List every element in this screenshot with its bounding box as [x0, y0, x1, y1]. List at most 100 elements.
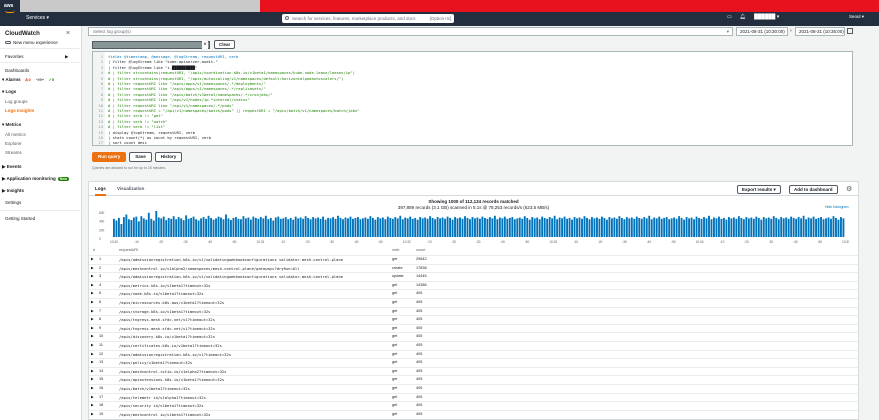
table-row[interactable]: ▶ 10/apis/discovery.k8s.io/v1beta1?timeou…	[89, 332, 858, 340]
expand-row-icon[interactable]: ▶	[91, 300, 94, 304]
histogram-bar[interactable]	[210, 217, 212, 237]
histogram-bar[interactable]	[782, 218, 785, 237]
histogram-bar[interactable]	[242, 216, 245, 237]
expand-row-icon[interactable]: ▶	[91, 352, 94, 356]
histogram-bar[interactable]	[625, 217, 628, 237]
histogram-bar[interactable]	[822, 219, 825, 237]
histogram-bar[interactable]	[155, 211, 158, 237]
histogram-bar[interactable]	[486, 218, 489, 237]
histogram-bar[interactable]	[660, 218, 663, 237]
histogram-bar[interactable]	[747, 218, 750, 237]
region-menu[interactable]: Seoul ▾	[849, 14, 879, 24]
histogram-bar[interactable]	[239, 219, 242, 237]
table-row[interactable]: ▶ 16/apis/batch/v1beta1?timeout=32s get 405	[89, 384, 858, 392]
histogram-bar[interactable]	[359, 219, 362, 237]
log-group-chip[interactable]: ×	[92, 40, 210, 49]
histogram-bar[interactable]	[289, 217, 292, 237]
table-row[interactable]: ▶ 8/apis/tngress.mesh.sfdc.net/v1?timeout…	[89, 315, 858, 323]
table-row[interactable]: ▶ 11/apis/certificates.k8s.io/v1beta1?tim…	[89, 341, 858, 349]
code-line[interactable]: | sort count desc	[108, 140, 147, 145]
expand-row-icon[interactable]: ▶	[91, 395, 94, 399]
table-row[interactable]: ▶ 2/apis/meshcontrol io/v1alpha2/namespac…	[89, 263, 858, 272]
histogram-bar[interactable]	[334, 218, 337, 237]
sidebar-item-dashboards[interactable]: Dashboards	[5, 68, 29, 73]
services-menu[interactable]: Services ▾	[26, 15, 49, 21]
histogram-bar[interactable]	[172, 216, 175, 237]
sidebar-item-settings[interactable]: Settings	[5, 200, 21, 205]
log-group-selector[interactable]: Select log group(s) ▾	[88, 27, 733, 36]
histogram-bar[interactable]	[479, 218, 481, 237]
histogram-bar[interactable]	[653, 217, 656, 238]
histogram-bar[interactable]	[698, 217, 700, 237]
histogram-bar[interactable]	[182, 220, 185, 237]
histogram-bar[interactable]	[683, 219, 686, 237]
histogram-bar[interactable]	[307, 217, 310, 237]
histogram-bar[interactable]	[718, 216, 720, 237]
histogram-bar[interactable]	[212, 219, 215, 237]
histogram-bar[interactable]	[137, 221, 140, 237]
histogram-bar[interactable]	[506, 218, 509, 237]
code-line[interactable]: # | filter requestURI = "/api/v1/namespa…	[108, 108, 359, 113]
histogram-bar[interactable]	[394, 217, 397, 237]
histogram-bar[interactable]	[516, 218, 519, 237]
histogram-bar[interactable]	[125, 214, 128, 237]
code-line[interactable]: # | filter requestURI like "/api/v1/node…	[108, 97, 250, 102]
sidebar-section-app-monitoring[interactable]: ▶ Application monitoring New	[2, 176, 69, 182]
histogram-bar[interactable]	[765, 218, 768, 237]
histogram-bar[interactable]	[269, 217, 272, 237]
histogram-bar[interactable]	[309, 219, 312, 237]
histogram-bar[interactable]	[406, 218, 409, 237]
histogram-bar[interactable]	[835, 217, 837, 237]
histogram-bar[interactable]	[837, 219, 840, 237]
code-line[interactable]: # | filter requestURI like "/apis/apps/v…	[108, 81, 266, 86]
code-line[interactable]: | display @logStream, requestURI, verb	[108, 130, 195, 135]
histogram-bar[interactable]	[185, 215, 188, 237]
expand-row-icon[interactable]: ▶	[91, 386, 94, 390]
histogram-bar[interactable]	[366, 218, 369, 237]
histogram-bar[interactable]	[491, 218, 494, 237]
histogram-bar[interactable]	[165, 220, 168, 237]
histogram-bar[interactable]	[521, 218, 524, 237]
expand-row-icon[interactable]: ▶	[91, 291, 94, 295]
histogram-bar[interactable]	[322, 216, 325, 237]
histogram-bar[interactable]	[561, 218, 564, 237]
histogram-bar[interactable]	[354, 217, 357, 237]
histogram-bar[interactable]	[339, 217, 342, 237]
date-from-input[interactable]: 2021-08-31 (10:30:00)	[736, 27, 788, 36]
histogram-bar[interactable]	[777, 219, 780, 237]
histogram-bar[interactable]	[832, 216, 835, 237]
histogram-bar[interactable]	[404, 217, 407, 238]
histogram-bar[interactable]	[259, 217, 262, 237]
histogram-bar[interactable]	[287, 219, 290, 237]
sidebar-item-favorites[interactable]: Favorites ▶	[5, 54, 68, 59]
col-header-count[interactable]: count	[416, 248, 425, 252]
histogram-bar[interactable]	[344, 217, 347, 238]
histogram-bar[interactable]	[434, 219, 437, 237]
histogram-bar[interactable]	[175, 219, 178, 237]
add-to-dashboard-button[interactable]: Add to dashboard	[789, 185, 838, 194]
histogram-bar[interactable]	[135, 216, 138, 237]
histogram-bar[interactable]	[643, 217, 646, 237]
table-row[interactable]: ▶ 3/apis/admissionregistration.k8s.io/v1/…	[89, 272, 858, 280]
histogram-bar[interactable]	[220, 217, 222, 238]
histogram-bar[interactable]	[708, 215, 710, 237]
histogram-bar[interactable]	[200, 218, 203, 237]
histogram-bar[interactable]	[277, 216, 280, 237]
histogram-bar[interactable]	[755, 216, 758, 237]
histogram-bar[interactable]	[792, 217, 795, 237]
histogram-bar[interactable]	[304, 216, 307, 237]
histogram-bar[interactable]	[162, 216, 165, 237]
histogram-bar[interactable]	[215, 218, 217, 237]
table-row[interactable]: ▶ 13/apis/policy/v1beta1?timeout=32s get 40…	[89, 358, 858, 366]
code-line[interactable]: # | filter verb != "list"	[108, 124, 165, 129]
clear-button[interactable]: Clear	[214, 40, 236, 49]
histogram-bar[interactable]	[581, 218, 583, 237]
histogram-bar[interactable]	[439, 218, 442, 237]
histogram-bar[interactable]	[117, 217, 120, 237]
histogram-bar[interactable]	[317, 217, 320, 238]
histogram-bar[interactable]	[638, 217, 641, 237]
histogram-bar[interactable]	[740, 217, 743, 237]
histogram-bar[interactable]	[436, 217, 439, 237]
histogram-bar[interactable]	[615, 218, 618, 237]
histogram-bar[interactable]	[207, 215, 210, 237]
